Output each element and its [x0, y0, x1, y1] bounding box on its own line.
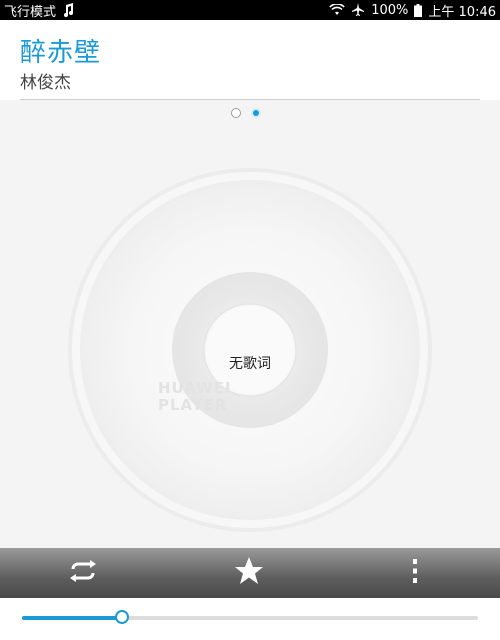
more-vert-icon: [411, 558, 419, 588]
artist-name: 林俊杰: [20, 73, 71, 93]
page-dot-2[interactable]: [251, 108, 261, 118]
music-note-icon: [62, 3, 74, 17]
player-content[interactable]: HUAWEI PLAYER 无歌词: [0, 100, 500, 550]
page-indicator[interactable]: [231, 108, 261, 118]
wifi-icon: [329, 4, 345, 16]
progress-thumb[interactable]: [115, 610, 130, 624]
no-lyrics-label: 无歌词: [229, 356, 271, 372]
album-disc[interactable]: HUAWEI PLAYER: [60, 160, 440, 540]
star-icon: [234, 556, 264, 590]
status-bar: 飞行模式 100% 上午 10:46: [0, 0, 500, 20]
disc-brand-line1: HUAWEI: [158, 379, 232, 397]
disc-brand-line2: PLAYER: [158, 396, 228, 414]
battery-percent: 100%: [371, 2, 409, 18]
disc-brand-text: HUAWEI PLAYER: [158, 380, 232, 414]
progress-track[interactable]: [22, 610, 478, 624]
disc-graphic: [68, 168, 432, 532]
favorite-button[interactable]: [232, 556, 266, 590]
repeat-button[interactable]: [66, 556, 100, 590]
progress-fill: [22, 616, 123, 620]
player-toolbar: [0, 548, 500, 598]
song-title: 醉赤壁: [20, 38, 102, 68]
playback-progress[interactable]: [0, 598, 500, 640]
airplane-icon: [351, 3, 365, 17]
more-button[interactable]: [398, 556, 432, 590]
battery-icon: [414, 3, 423, 17]
page-dot-1[interactable]: [231, 108, 241, 118]
clock: 上午 10:46: [428, 4, 496, 20]
airplane-mode-label: 飞行模式: [4, 4, 57, 20]
song-header: 醉赤壁 林俊杰: [0, 20, 500, 100]
repeat-icon: [67, 559, 99, 587]
